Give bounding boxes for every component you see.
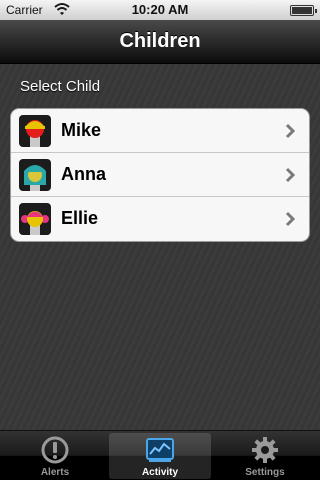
list-item-ellie[interactable]: Ellie	[11, 197, 309, 241]
activity-chart-icon	[146, 438, 174, 462]
tab-bar: Alerts Activity Settings	[0, 430, 320, 480]
chevron-right-icon	[285, 211, 296, 227]
battery-icon	[290, 5, 317, 16]
gear-icon	[252, 437, 278, 463]
list-item-anna[interactable]: Anna	[11, 153, 309, 197]
main-content: Select Child Mike Anna Ellie	[0, 64, 320, 430]
tab-settings[interactable]: Settings	[214, 433, 316, 479]
alert-icon	[41, 436, 69, 464]
girl-pigtails-avatar-icon	[19, 203, 51, 235]
tab-alerts[interactable]: Alerts	[4, 433, 106, 479]
tab-label: Settings	[245, 467, 285, 478]
status-time: 10:20 AM	[131, 2, 189, 17]
children-list: Mike Anna Ellie	[10, 108, 310, 242]
chevron-right-icon	[285, 167, 296, 183]
boy-avatar-icon	[19, 115, 51, 147]
child-name: Ellie	[61, 208, 99, 228]
child-name: Mike	[61, 120, 102, 140]
tab-label: Activity	[141, 467, 179, 478]
section-header: Select Child	[20, 78, 101, 95]
tab-activity[interactable]: Activity	[109, 433, 211, 479]
navigation-bar: Children	[0, 20, 320, 64]
list-item-mike[interactable]: Mike	[11, 109, 309, 153]
page-title: Children	[119, 30, 201, 52]
status-bar: Carrier 10:20 AM	[0, 0, 320, 20]
tab-label: Alerts	[40, 467, 70, 478]
girl-avatar-icon	[19, 159, 51, 191]
child-name: Anna	[61, 164, 106, 184]
chevron-right-icon	[285, 123, 296, 139]
